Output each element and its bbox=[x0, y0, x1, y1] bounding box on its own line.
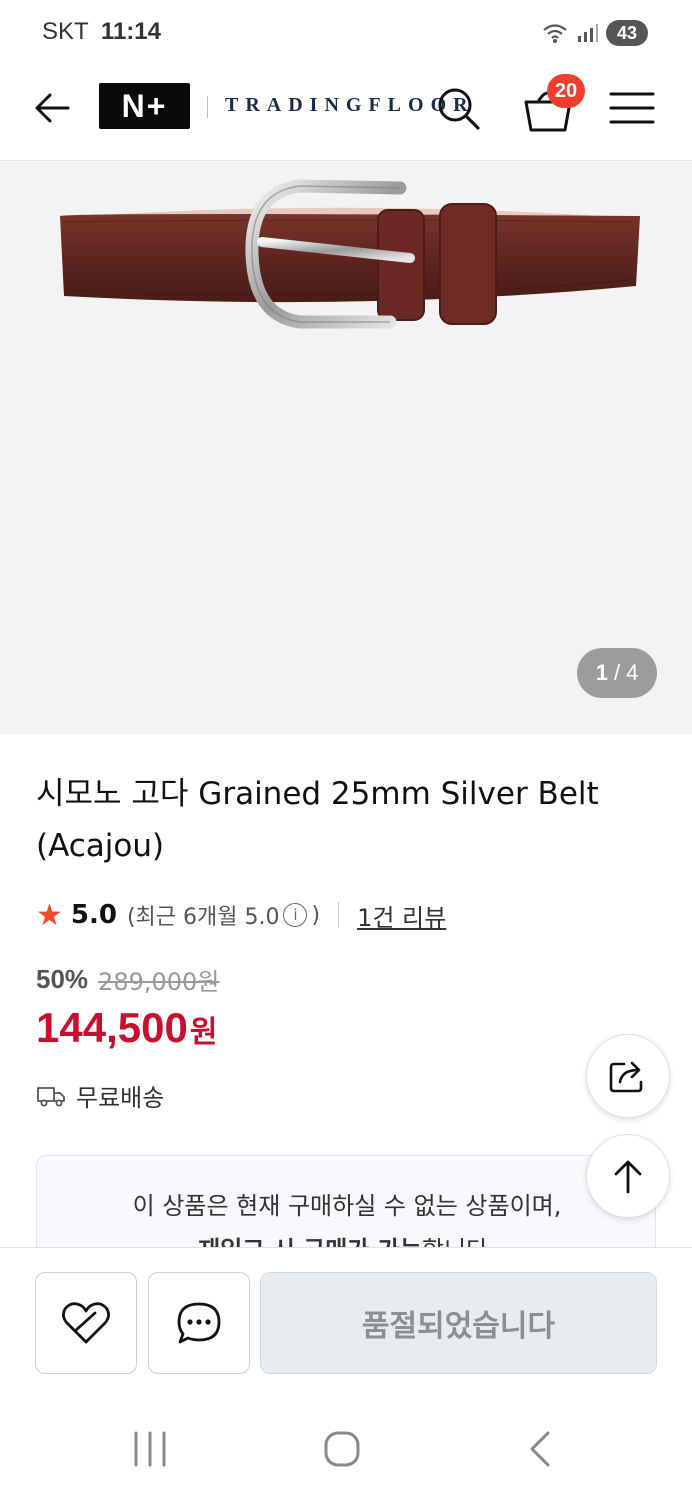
cart-count-badge: 20 bbox=[547, 74, 585, 108]
product-image-gallery[interactable]: 1 / 4 bbox=[0, 162, 692, 734]
app-header: N+ TRADINGFLOOR bbox=[0, 66, 692, 161]
bottom-action-bar: 품절되었습니다 bbox=[0, 1247, 692, 1397]
review-count-link[interactable]: 1건 리뷰 bbox=[357, 898, 446, 933]
status-icons: 43 bbox=[542, 20, 648, 46]
discount-rate: 50% bbox=[36, 964, 89, 994]
search-icon[interactable] bbox=[434, 84, 482, 132]
status-bar: SKT 11:14 43 bbox=[0, 0, 692, 66]
battery-indicator: 43 bbox=[606, 20, 648, 46]
nplus-logo[interactable]: N+ bbox=[99, 83, 190, 129]
signal-icon bbox=[578, 24, 598, 42]
wishlist-button[interactable] bbox=[35, 1272, 137, 1374]
star-icon: ★ bbox=[36, 897, 63, 933]
original-price: 289,000원 bbox=[98, 968, 220, 996]
shipping-label: 무료배송 bbox=[76, 1084, 165, 1112]
rating-score: 5.0 bbox=[70, 900, 117, 930]
sale-price-currency: 원 bbox=[189, 1015, 218, 1050]
rating-row: ★ 5.0 (최근 6개월 5.0 i ) 1건 리뷰 bbox=[36, 896, 446, 934]
back-arrow-icon[interactable] bbox=[30, 86, 74, 130]
recent-apps-icon[interactable] bbox=[130, 1429, 170, 1469]
rating-divider bbox=[338, 902, 340, 928]
system-navigation-bar bbox=[0, 1397, 692, 1500]
belt-product-image bbox=[60, 179, 640, 329]
notice-line-1: 이 상품은 현재 구매하실 수 없는 상품이며, bbox=[132, 1192, 562, 1220]
chat-inquiry-button[interactable] bbox=[148, 1272, 250, 1374]
total-pages: 4 bbox=[626, 660, 639, 685]
gallery-page-indicator: 1 / 4 bbox=[577, 648, 657, 698]
clock: 11:14 bbox=[100, 18, 161, 45]
status-carrier-time: SKT 11:14 bbox=[42, 18, 161, 46]
carrier-label: SKT bbox=[42, 18, 89, 45]
product-title: 시모노 고다 Grained 25mm Silver Belt (Acajou) bbox=[36, 776, 599, 864]
hamburger-menu-icon[interactable] bbox=[608, 88, 656, 128]
share-button[interactable] bbox=[586, 1034, 670, 1118]
discount-row: 50% 289,000원 bbox=[36, 962, 219, 997]
logo-divider bbox=[207, 96, 208, 118]
share-icon bbox=[609, 1061, 643, 1093]
home-icon[interactable] bbox=[322, 1429, 362, 1469]
current-page: 1 bbox=[595, 660, 608, 685]
heart-icon bbox=[62, 1302, 110, 1344]
recent-rating-close: ) bbox=[311, 902, 321, 928]
arrow-up-icon bbox=[614, 1160, 642, 1194]
sale-price-amount: 144,500 bbox=[36, 1004, 188, 1051]
wifi-icon bbox=[543, 24, 567, 43]
logo-mark: N+ bbox=[121, 87, 168, 124]
sold-out-button[interactable]: 품절되었습니다 bbox=[260, 1272, 657, 1374]
system-back-icon[interactable] bbox=[520, 1429, 560, 1469]
info-icon[interactable]: i bbox=[283, 903, 308, 927]
shipping-info: 무료배송 bbox=[36, 1078, 164, 1113]
recent-rating-text: (최근 6개월 5.0 bbox=[126, 905, 280, 930]
scroll-to-top-button[interactable] bbox=[586, 1134, 670, 1218]
sale-price: 144,500원 bbox=[36, 1004, 217, 1052]
truck-icon bbox=[37, 1086, 65, 1106]
page-separator: / bbox=[613, 660, 621, 685]
chat-bubble-icon bbox=[177, 1302, 221, 1344]
